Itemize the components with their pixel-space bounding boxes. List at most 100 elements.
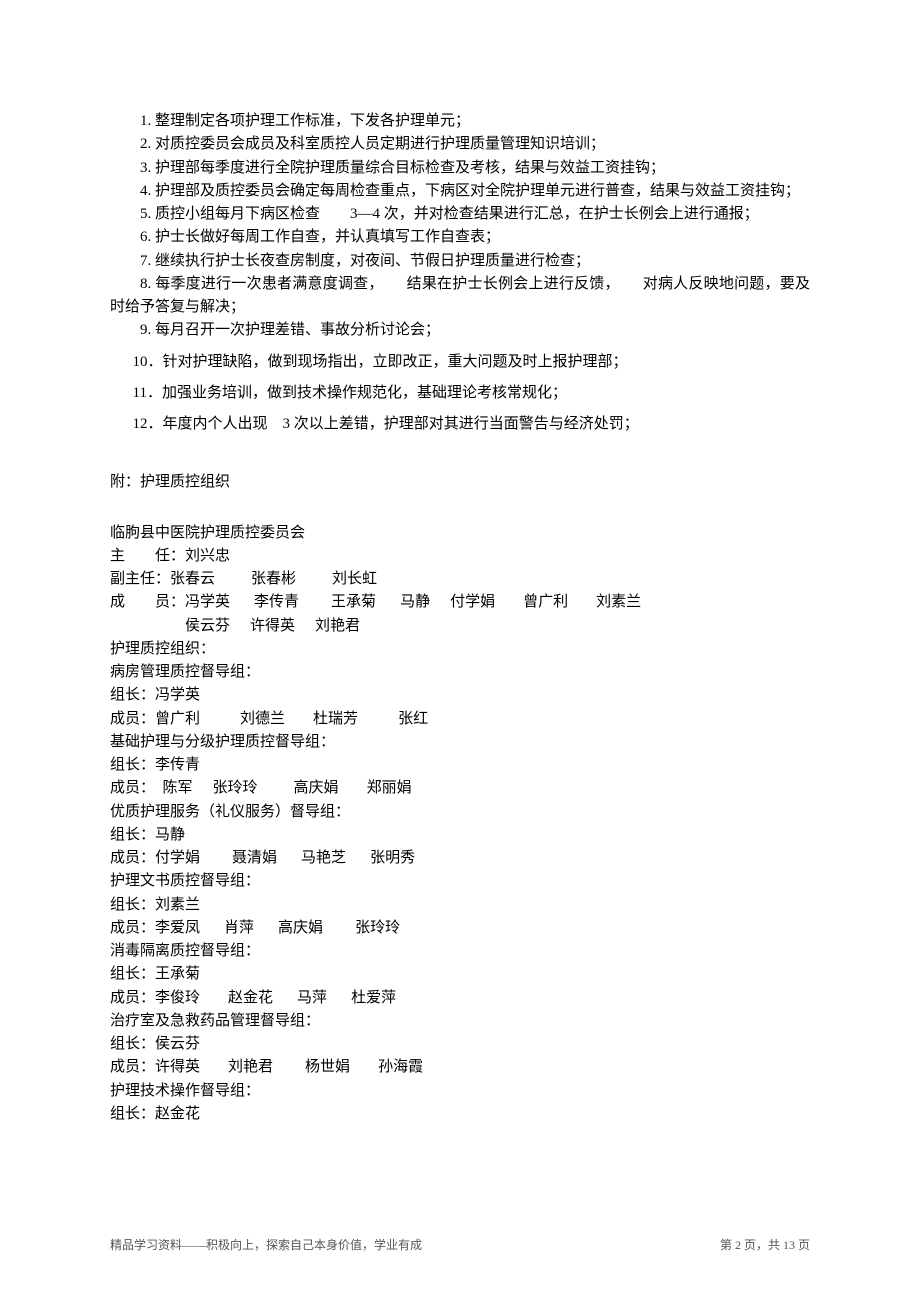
list-item: 4. 护理部及质控委员会确定每周检查重点，下病区对全院护理单元进行普查，结果与效… (110, 180, 810, 203)
leader-label: 组长： (110, 966, 155, 982)
person-name: 高庆娟 (294, 777, 339, 800)
document-page: 1. 整理制定各项护理工作标准，下发各护理单元；2. 对质控委员会成员及科室质控… (0, 0, 920, 1303)
deputy-line: 副主任： 张春云 张春彬 刘长虹 (110, 568, 810, 591)
person-name: 马艳芝 (301, 847, 346, 870)
group-leader-line: 组长：王承菊 (110, 963, 810, 986)
qc-org-label: 护理质控组织： (110, 638, 810, 661)
deputy-names: 张春云 张春彬 刘长虹 (170, 568, 377, 591)
person-name: 刘长虹 (332, 571, 377, 587)
person-name: 曾广利 (523, 594, 568, 610)
footer-right: 第 2 页，共 13 页 (720, 1236, 810, 1255)
member-names: 冯学英李传青王承菊马静付学娟曾广利刘素兰 (185, 591, 641, 614)
members-label: 成员： (110, 1056, 155, 1079)
person-name: 李俊玲 (155, 987, 200, 1010)
list-item: 8. 每季度进行一次患者满意度调查， 结果在护士长例会上进行反馈， 对病人反映地… (110, 273, 810, 320)
person-name: 杨世娟 (305, 1056, 350, 1079)
person-name: 陈军 (163, 777, 193, 800)
group-leader-line: 组长：赵金花 (110, 1103, 810, 1126)
director-name: 刘兴忠 (185, 548, 230, 564)
group-title: 护理技术操作督导组： (110, 1080, 810, 1103)
person-name: 郑丽娟 (367, 777, 412, 800)
members-label: 成员： (110, 987, 155, 1010)
person-name: 张玲玲 (213, 777, 258, 800)
person-name: 刘素兰 (596, 594, 641, 610)
group-members-line: 成员：付学娟聂清娟马艳芝张明秀 (110, 847, 810, 870)
attachment-label: 附：护理质控组织 (110, 471, 810, 494)
members-label: 成员： (110, 777, 163, 800)
group-leader-line: 组长：马静 (110, 824, 810, 847)
person-name: 张春云 (170, 571, 215, 587)
person-name: 刘艳君 (228, 1056, 273, 1079)
director-line: 主 任：刘兴忠 (110, 545, 810, 568)
leader-label: 组长： (110, 687, 155, 703)
member-names: 侯云芬 许得英 刘艳君 (185, 615, 360, 638)
leader-label: 组长： (110, 827, 155, 843)
members-label: 成员： (110, 847, 155, 870)
list-item: 11．加强业务培训，做到技术操作规范化，基础理论考核常规化； (110, 382, 810, 405)
members-label: 成员： (110, 708, 155, 731)
person-name: 张春彬 (251, 571, 296, 587)
list-item: 1. 整理制定各项护理工作标准，下发各护理单元； (110, 110, 810, 133)
members-line-2: 侯云芬 许得英 刘艳君 (110, 615, 810, 638)
person-name: 李传青 (254, 594, 299, 610)
group-leader-line: 组长：侯云芬 (110, 1033, 810, 1056)
group-leader-line: 组长：冯学英 (110, 684, 810, 707)
list-item: 6. 护士长做好每周工作自查，并认真填写工作自查表； (110, 226, 810, 249)
list-item: 5. 质控小组每月下病区检查 3—4 次，并对检查结果进行汇总，在护士长例会上进… (110, 203, 810, 226)
deputy-label: 副主任： (110, 568, 170, 591)
person-name: 刘德兰 (240, 708, 285, 731)
person-name: 马静 (400, 594, 430, 610)
group-title: 护理文书质控督导组： (110, 870, 810, 893)
person-name: 许得英 (250, 618, 295, 634)
list-item: 3. 护理部每季度进行全院护理质量综合目标检查及考核，结果与效益工资挂钩； (110, 157, 810, 180)
leader-name: 李传青 (155, 757, 200, 773)
group-title: 治疗室及急救药品管理督导组： (110, 1010, 810, 1033)
list-item: 2. 对质控委员会成员及科室质控人员定期进行护理质量管理知识培训； (110, 133, 810, 156)
members-line-1: 成 员： 冯学英李传青王承菊马静付学娟曾广利刘素兰 (110, 591, 810, 614)
person-name: 王承菊 (331, 594, 376, 610)
group-title: 优质护理服务（礼仪服务）督导组： (110, 801, 810, 824)
footer-left: 精品学习资料——积极向上，探索自己本身价值，学业有成 (110, 1236, 422, 1255)
person-name: 刘艳君 (315, 618, 360, 634)
person-name: 张红 (398, 708, 428, 731)
person-name: 侯云芬 (185, 618, 230, 634)
person-name: 杜瑞芳 (313, 708, 358, 731)
person-name: 高庆娟 (278, 917, 323, 940)
members-label: 成 员： (110, 591, 185, 614)
person-name: 曾广利 (155, 708, 200, 731)
leader-name: 刘素兰 (155, 897, 200, 913)
list-item: 10．针对护理缺陷，做到现场指出，立即改正，重大问题及时上报护理部； (110, 351, 810, 374)
group-members-line: 成员：许得英 刘艳君 杨世娟 孙海霞 (110, 1056, 810, 1079)
list-item: 12．年度内个人出现 3 次以上差错，护理部对其进行当面警告与经济处罚； (110, 413, 810, 436)
leader-label: 组长： (110, 1036, 155, 1052)
director-label: 主 任： (110, 548, 185, 564)
group-title: 消毒隔离质控督导组： (110, 940, 810, 963)
group-leader-line: 组长：刘素兰 (110, 894, 810, 917)
group-members-line: 成员：李爱凤肖萍高庆娟张玲玲 (110, 917, 810, 940)
person-name: 马萍 (297, 987, 327, 1010)
person-name: 赵金花 (228, 987, 273, 1010)
leader-label: 组长： (110, 897, 155, 913)
person-name: 张玲玲 (355, 917, 400, 940)
list-item: 9. 每月召开一次护理差错、事故分析讨论会； (110, 319, 810, 342)
person-name: 肖萍 (224, 917, 254, 940)
leader-name: 赵金花 (155, 1106, 200, 1122)
person-name: 冯学英 (185, 594, 230, 610)
person-name: 李爱凤 (155, 917, 200, 940)
person-name: 孙海霞 (378, 1056, 423, 1079)
page-footer: 精品学习资料——积极向上，探索自己本身价值，学业有成 第 2 页，共 13 页 (110, 1236, 810, 1255)
leader-name: 马静 (155, 827, 185, 843)
person-name: 杜爱萍 (351, 987, 396, 1010)
list-item: 7. 继续执行护士长夜查房制度，对夜间、节假日护理质量进行检查； (110, 250, 810, 273)
person-name: 聂清娟 (232, 847, 277, 870)
group-title: 基础护理与分级护理质控督导组： (110, 731, 810, 754)
leader-name: 冯学英 (155, 687, 200, 703)
person-name: 许得英 (155, 1056, 200, 1079)
leader-name: 侯云芬 (155, 1036, 200, 1052)
committee-title: 临朐县中医院护理质控委员会 (110, 522, 810, 545)
groups: 病房管理质控督导组：组长：冯学英成员：曾广利刘德兰杜瑞芳张红基础护理与分级护理质… (110, 661, 810, 1126)
person-name: 付学娟 (155, 847, 200, 870)
group-leader-line: 组长：李传青 (110, 754, 810, 777)
group-members-line: 成员： 陈军张玲玲 高庆娟 郑丽娟 (110, 777, 810, 800)
group-members-line: 成员：李俊玲 赵金花 马萍 杜爱萍 (110, 987, 810, 1010)
